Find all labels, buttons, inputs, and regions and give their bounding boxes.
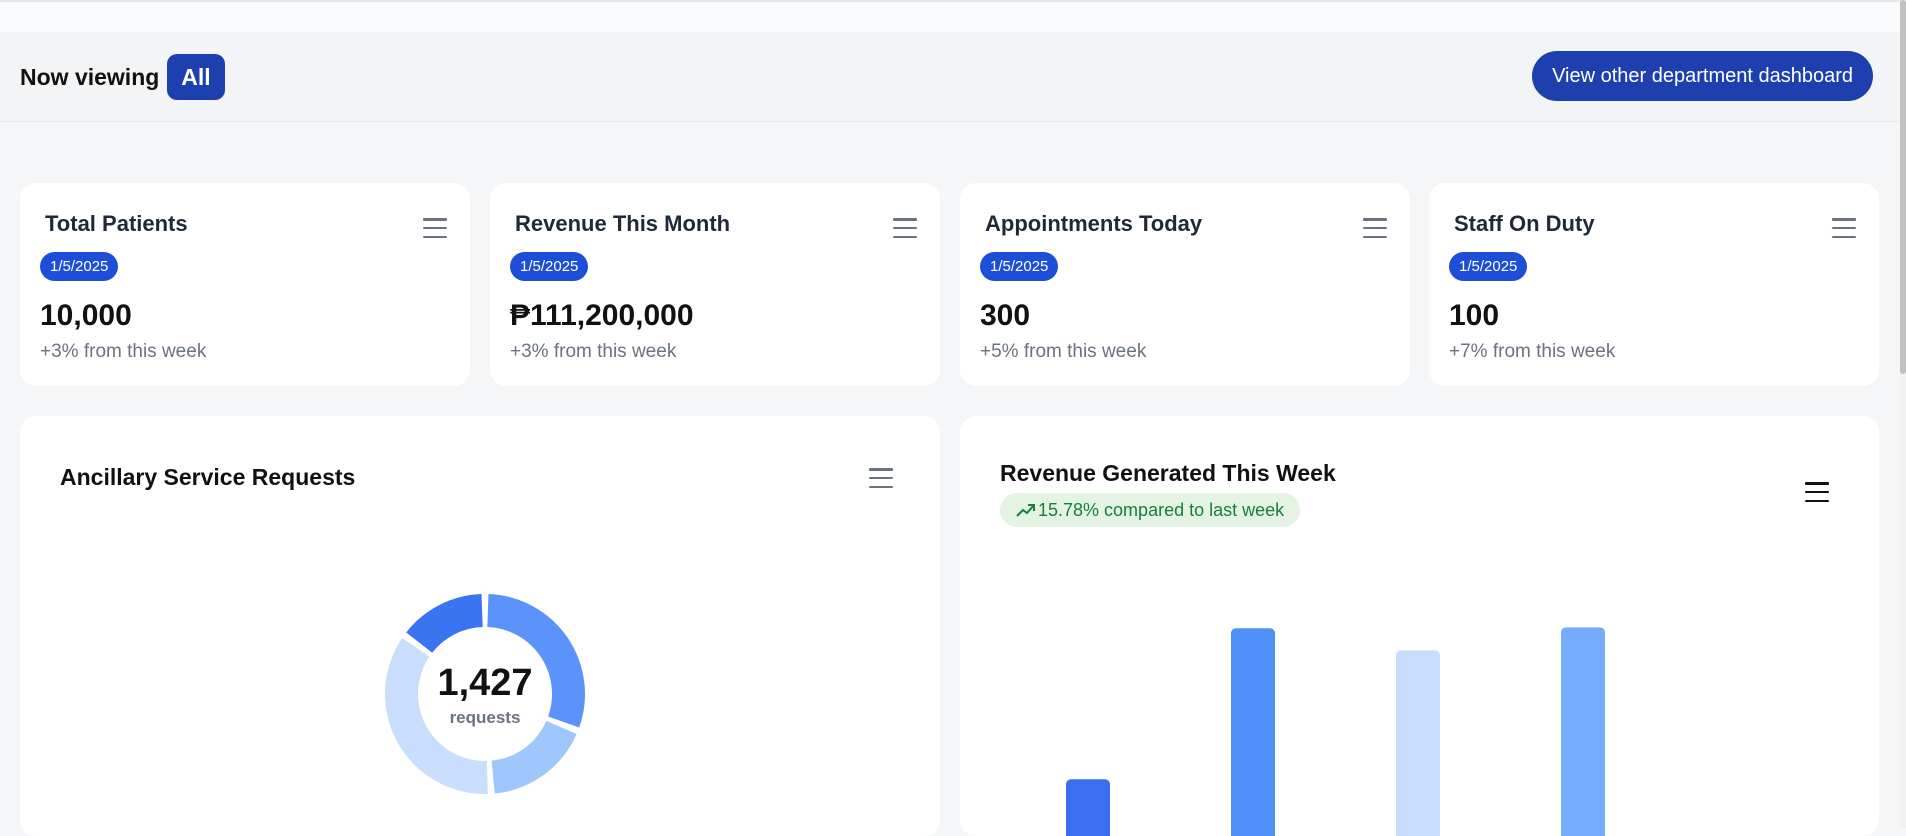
stat-change: +3% from this week <box>510 341 677 362</box>
stat-title: Total Patients <box>45 211 188 236</box>
revenue-bar-3[interactable] <box>1561 627 1605 836</box>
donut-chart: 1,427 requests <box>375 584 595 804</box>
revenue-bar-chart <box>1066 627 1605 836</box>
view-other-department-button[interactable]: View other department dashboard <box>1532 51 1873 101</box>
menu-icon[interactable] <box>423 218 447 238</box>
menu-icon[interactable] <box>1832 218 1856 238</box>
scrollbar[interactable] <box>1900 0 1906 828</box>
stat-change: +7% from this week <box>1449 341 1616 362</box>
stat-change: +3% from this week <box>40 341 207 362</box>
stat-value: ₱111,200,000 <box>510 299 694 332</box>
stat-value: 300 <box>980 299 1031 332</box>
stat-title: Appointments Today <box>985 211 1203 236</box>
revenue-bar-1[interactable] <box>1231 628 1275 836</box>
revenue-week-title: Revenue Generated This Week <box>1000 460 1336 486</box>
revenue-bar-0[interactable] <box>1066 779 1110 836</box>
ancillary-card: Ancillary Service Requests 1,427 request… <box>20 416 940 836</box>
menu-icon[interactable] <box>869 468 893 488</box>
stat-value: 100 <box>1449 299 1500 332</box>
stat-card-revenue-month: Revenue This Month 1/5/2025 ₱111,200,000… <box>490 183 940 386</box>
current-view-badge[interactable]: All <box>167 54 225 100</box>
viewing-bar: Now viewing All View other department da… <box>0 32 1900 122</box>
donut-slice-3[interactable] <box>406 594 483 653</box>
stat-card-staff-on-duty: Staff On Duty 1/5/2025 100 +7% from this… <box>1429 183 1879 386</box>
menu-icon[interactable] <box>1805 482 1829 502</box>
donut-slice-1[interactable] <box>491 720 577 794</box>
top-bar <box>0 0 1900 32</box>
trend-up-icon <box>1016 504 1035 517</box>
revenue-bar-2[interactable] <box>1396 650 1440 836</box>
date-badge: 1/5/2025 <box>40 252 119 281</box>
scrollbar-thumb[interactable] <box>1900 0 1906 374</box>
date-badge: 1/5/2025 <box>980 252 1059 281</box>
menu-icon[interactable] <box>893 218 917 238</box>
now-viewing: Now viewing All <box>20 54 225 100</box>
trend-badge: 15.78% compared to last week <box>1000 493 1301 527</box>
stat-card-appointments-today: Appointments Today 1/5/2025 300 +5% from… <box>960 183 1410 386</box>
date-badge: 1/5/2025 <box>510 252 589 281</box>
trend-text: 15.78% compared to last week <box>1038 499 1285 520</box>
date-badge: 1/5/2025 <box>1449 252 1528 281</box>
stat-title: Staff On Duty <box>1454 211 1595 236</box>
stat-card-total-patients: Total Patients 1/5/2025 10,000 +3% from … <box>20 183 470 386</box>
stat-title: Revenue This Month <box>515 211 731 236</box>
donut-total-label: requests <box>449 708 521 727</box>
stat-change: +5% from this week <box>980 341 1147 362</box>
donut-total-value: 1,427 <box>437 662 533 704</box>
now-viewing-label: Now viewing <box>20 63 160 90</box>
stat-value: 10,000 <box>40 299 132 332</box>
revenue-week-card: Revenue Generated This Week 15.78% compa… <box>960 416 1879 836</box>
ancillary-title: Ancillary Service Requests <box>60 464 356 490</box>
menu-icon[interactable] <box>1363 218 1387 238</box>
